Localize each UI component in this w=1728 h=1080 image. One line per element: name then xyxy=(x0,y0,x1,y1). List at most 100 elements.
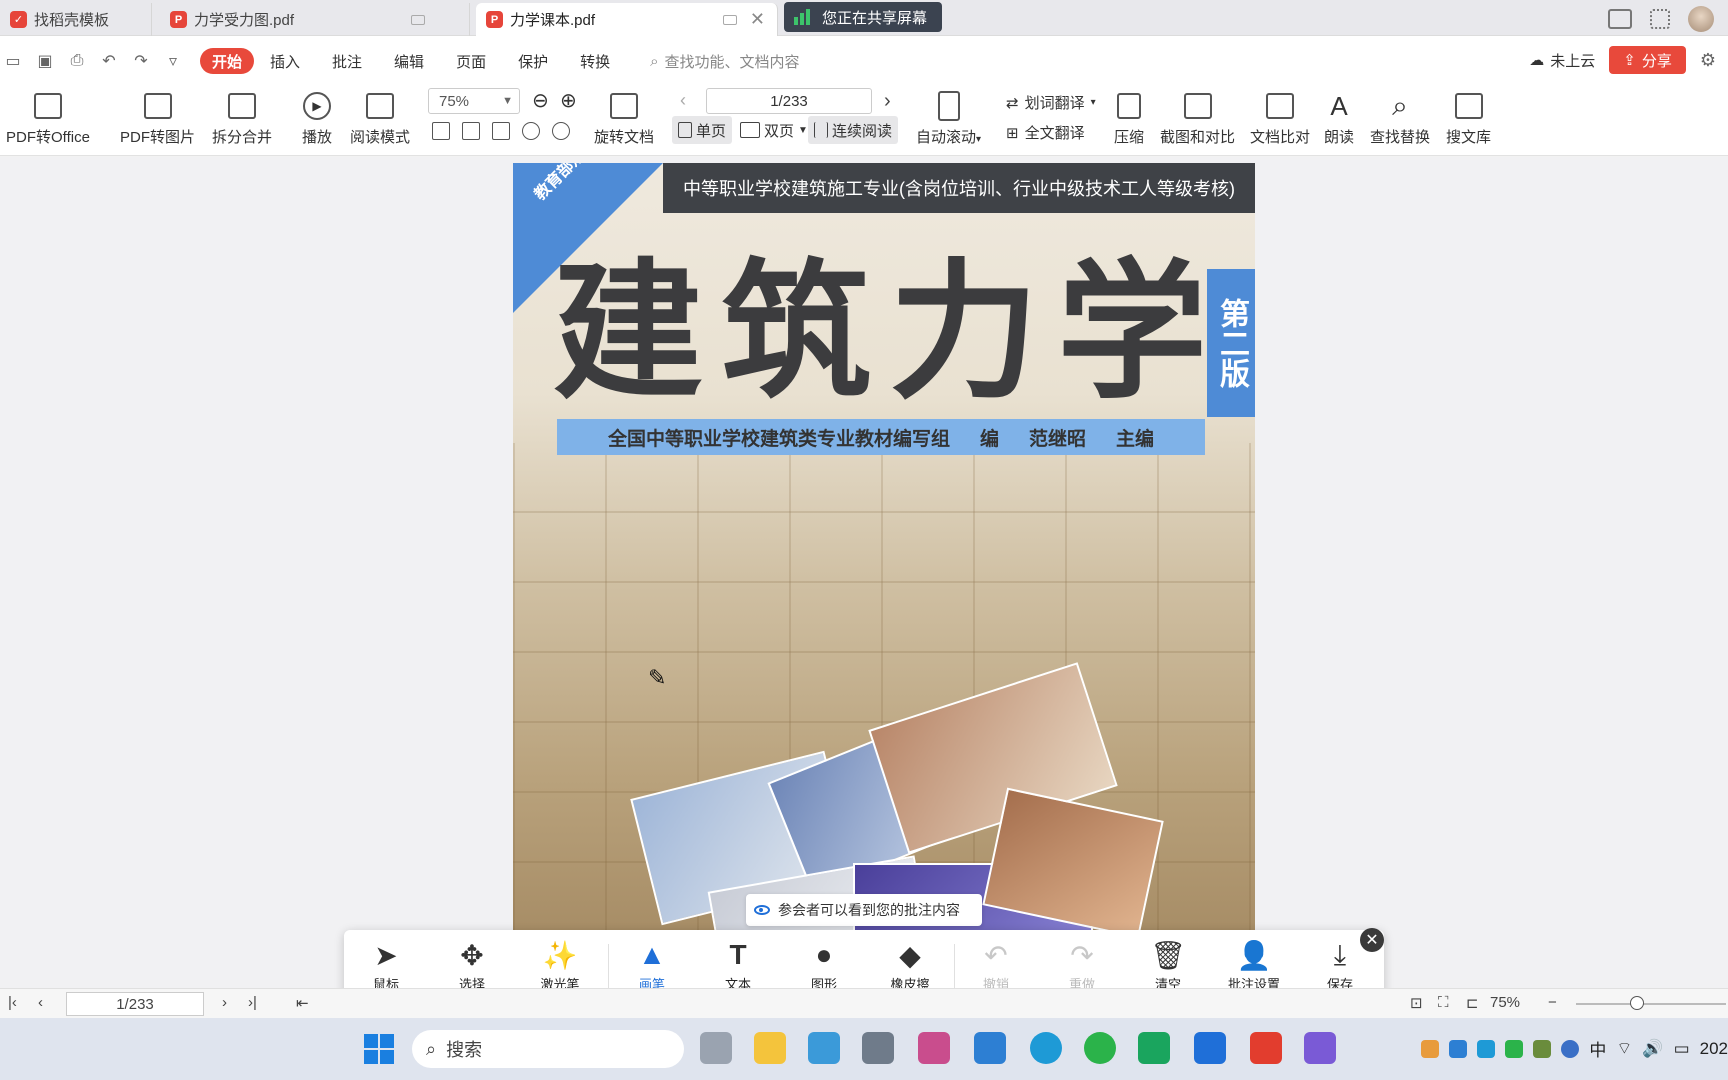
wifi-icon[interactable]: ⌔ xyxy=(1616,1038,1632,1059)
rotate-left-icon[interactable] xyxy=(522,122,540,140)
tray-wechat-icon[interactable] xyxy=(1505,1039,1524,1058)
zoom-slider-handle[interactable] xyxy=(1630,996,1644,1010)
close-tab-icon[interactable]: ✕ xyxy=(750,9,765,30)
customize-icon[interactable]: ▿ xyxy=(164,51,182,71)
cloud-status[interactable]: ☁ 未上云 xyxy=(1529,50,1595,71)
avatar[interactable] xyxy=(1688,6,1714,32)
document-viewport[interactable]: 中等职业学校建筑施工专业(含岗位培训、行业中级技术工人等级考核) 教育部规划教材… xyxy=(0,157,1728,997)
screen-share-banner[interactable]: 您正在共享屏幕 xyxy=(784,2,942,32)
single-page-button[interactable]: 单页 xyxy=(672,116,733,144)
status-zoom[interactable]: 75% xyxy=(1490,994,1520,1011)
fit-page-icon[interactable] xyxy=(462,122,480,140)
status-page-input[interactable]: 1/233 xyxy=(66,992,204,1016)
taskbar-search[interactable]: ⌕ 搜索 xyxy=(412,1030,684,1068)
open-folder-icon[interactable]: ▭ xyxy=(4,51,22,71)
compress-button[interactable]: 压缩 xyxy=(1114,86,1144,156)
wps-icon[interactable] xyxy=(1250,1032,1282,1064)
zoom-out-icon[interactable]: ⊖ xyxy=(532,88,549,113)
pdf-to-image-button[interactable]: PDF转图片 xyxy=(120,86,195,156)
zoom-out-icon[interactable]: − xyxy=(1548,994,1557,1011)
back-icon[interactable]: ⇤ xyxy=(296,994,309,1012)
task-view-icon[interactable] xyxy=(700,1032,732,1064)
windows-start-icon[interactable] xyxy=(364,1034,394,1064)
screenshot-compare-button[interactable]: 截图和对比 xyxy=(1160,86,1235,156)
last-page-icon[interactable]: ›| xyxy=(248,994,257,1011)
tool-clear[interactable]: 🗑 清空 xyxy=(1136,936,1200,993)
microphone-icon[interactable] xyxy=(1561,1039,1580,1058)
page-number-input[interactable]: 1/233 xyxy=(706,88,872,114)
tool-redo[interactable]: ↷ 重做 xyxy=(1050,936,1114,993)
find-replace-button[interactable]: ⌕ 查找替换 xyxy=(1370,86,1430,156)
rotate-document-button[interactable]: 旋转文档 xyxy=(594,86,654,156)
menu-convert[interactable]: 转换 xyxy=(564,48,626,74)
full-translate-button[interactable]: ⊞ 全文翻译 xyxy=(1006,122,1085,143)
recorder-icon[interactable] xyxy=(1138,1032,1170,1064)
ime-indicator[interactable]: 中 xyxy=(1589,1036,1606,1061)
meeting-icon[interactable] xyxy=(1194,1032,1226,1064)
wechat-icon[interactable] xyxy=(1084,1032,1116,1064)
actual-size-icon[interactable] xyxy=(432,122,450,140)
function-search[interactable]: ⌕ 查找功能、文档内容 xyxy=(650,51,799,72)
menu-edit[interactable]: 编辑 xyxy=(378,48,440,74)
tray-meeting-icon[interactable] xyxy=(1449,1039,1468,1058)
double-page-button[interactable]: 双页 ▼ xyxy=(734,116,814,144)
menu-home[interactable]: 开始 xyxy=(200,48,255,74)
zoom-slider[interactable] xyxy=(1576,1003,1726,1005)
read-aloud-button[interactable]: A 朗读 xyxy=(1324,86,1354,156)
pdf-to-office-button[interactable]: PDF转Office xyxy=(6,86,90,156)
snipping-icon[interactable] xyxy=(918,1032,950,1064)
word-translate-button[interactable]: ⇄ 划词翻译 ▾ xyxy=(1006,92,1096,113)
zoom-in-icon[interactable]: ⊕ xyxy=(560,88,577,113)
tab-force-diagram[interactable]: P 力学受力图.pdf xyxy=(160,3,470,36)
search-library-button[interactable]: 搜文库 xyxy=(1446,86,1491,156)
tool-shape[interactable]: ● 图形 xyxy=(792,936,856,993)
camera-icon[interactable] xyxy=(862,1032,894,1064)
menu-insert[interactable]: 插入 xyxy=(254,48,316,74)
battery-icon[interactable]: ▭ xyxy=(1674,1039,1690,1059)
fit-width-icon[interactable] xyxy=(492,122,510,140)
tool-undo[interactable]: ↶ 撤销 xyxy=(964,936,1028,993)
tool-laser[interactable]: ✨ 激光笔 xyxy=(528,936,592,993)
tool-pen[interactable]: ▲ 画笔 xyxy=(620,936,684,993)
tool-annotation-settings[interactable]: 👤 批注设置 xyxy=(1222,936,1286,993)
split-merge-button[interactable]: 拆分合并 xyxy=(212,86,272,156)
menu-page[interactable]: 页面 xyxy=(440,48,502,74)
first-page-icon[interactable]: |‹ xyxy=(8,994,17,1011)
edge-icon[interactable] xyxy=(1030,1032,1062,1064)
tool-eraser[interactable]: ◆ 橡皮擦 xyxy=(878,936,942,993)
app-purple-icon[interactable] xyxy=(1304,1032,1336,1064)
tool-mouse[interactable]: ➤ 鼠标 xyxy=(354,936,418,993)
tab-textbook[interactable]: P 力学课本.pdf ✕ xyxy=(476,3,778,36)
tool-text[interactable]: T 文本 xyxy=(706,936,770,993)
share-button[interactable]: ⇪ 分享 xyxy=(1609,46,1686,74)
tab-template[interactable]: ✓ 找稻壳模板 xyxy=(0,3,152,36)
redo-icon[interactable]: ↷ xyxy=(132,51,150,71)
file-explorer-icon[interactable] xyxy=(754,1032,786,1064)
app-icon[interactable] xyxy=(808,1032,840,1064)
zoom-select[interactable]: 75% ▼ xyxy=(428,88,520,114)
print-icon[interactable]: ⎙ xyxy=(68,52,86,70)
save-icon[interactable]: ▣ xyxy=(36,51,54,71)
settings-gear-icon[interactable]: ⚙ xyxy=(1700,50,1716,71)
apps-grid-icon[interactable] xyxy=(1650,9,1670,29)
prev-page-icon[interactable]: ‹ xyxy=(38,994,43,1011)
play-button[interactable]: ▶ 播放 xyxy=(302,86,332,156)
pdf-page[interactable]: 中等职业学校建筑施工专业(含岗位培训、行业中级技术工人等级考核) 教育部规划教材… xyxy=(513,163,1255,933)
prev-page-icon[interactable]: ‹ xyxy=(680,90,686,111)
rotate-right-icon[interactable] xyxy=(552,122,570,140)
next-page-icon[interactable]: › xyxy=(884,90,891,113)
clock[interactable]: 202 xyxy=(1700,1039,1728,1059)
tray-app-icon[interactable] xyxy=(1421,1039,1440,1058)
actual-size-icon[interactable]: ⊡ xyxy=(1410,994,1423,1012)
tray-gpu-icon[interactable] xyxy=(1533,1039,1552,1058)
close-toolbar-icon[interactable]: ✕ xyxy=(1360,928,1384,952)
photos-icon[interactable] xyxy=(974,1032,1006,1064)
fit-page-icon[interactable]: ⛶ xyxy=(1438,994,1449,1011)
menu-annotate[interactable]: 批注 xyxy=(316,48,378,74)
layout-icon[interactable] xyxy=(1608,9,1632,29)
auto-scroll-button[interactable]: 自动滚动▾ xyxy=(916,86,981,156)
menu-protect[interactable]: 保护 xyxy=(502,48,564,74)
onedrive-icon[interactable] xyxy=(1477,1039,1496,1058)
continuous-read-button[interactable]: 连续阅读 xyxy=(808,116,899,144)
volume-icon[interactable]: 🔊 xyxy=(1642,1039,1663,1059)
